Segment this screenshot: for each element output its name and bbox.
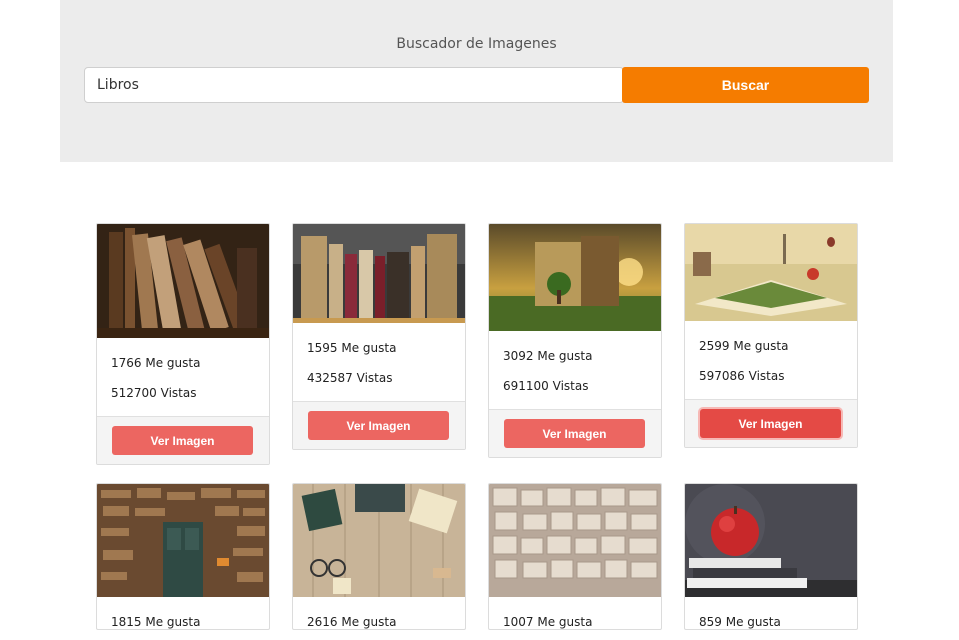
search-panel: Buscador de Imagenes Buscar (60, 0, 893, 162)
views-count: 597086 Vistas (699, 369, 785, 383)
book-wall-door-image (97, 484, 269, 597)
view-image-button[interactable]: Ver Imagen (112, 426, 253, 455)
book-landscape-image (489, 224, 661, 331)
card-footer: Ver Imagen (293, 401, 465, 449)
image-card: 1595 Me gusta 432587 Vistas Ver Imagen (292, 223, 466, 450)
card-footer: Ver Imagen (97, 416, 269, 464)
pages-wall-image (489, 484, 661, 597)
book-spines-image (293, 224, 465, 323)
views-count: 512700 Vistas (111, 386, 197, 400)
image-card: 2616 Me gusta (292, 483, 466, 630)
search-title: Buscador de Imagenes (396, 36, 557, 52)
card-image[interactable] (97, 484, 269, 597)
image-card: 2599 Me gusta 597086 Vistas Ver Imagen (684, 223, 858, 448)
card-image[interactable] (293, 224, 465, 323)
search-input[interactable] (84, 67, 624, 103)
old-books-image (97, 224, 269, 338)
card-image[interactable] (685, 484, 857, 597)
card-image[interactable] (489, 224, 661, 331)
image-card: 859 Me gusta (684, 483, 858, 630)
image-card: 1766 Me gusta 512700 Vistas Ver Imagen (96, 223, 270, 465)
views-count: 432587 Vistas (307, 371, 393, 385)
view-image-button[interactable]: Ver Imagen (504, 419, 645, 448)
card-footer: Ver Imagen (489, 409, 661, 457)
apple-on-books-image (685, 484, 857, 597)
views-count: 691100 Vistas (503, 379, 589, 393)
typewriter-desk-image (293, 484, 465, 597)
card-image[interactable] (685, 224, 857, 321)
card-image[interactable] (293, 484, 465, 597)
likes-count: 1766 Me gusta (111, 356, 201, 370)
likes-count: 2599 Me gusta (699, 339, 789, 353)
view-image-button[interactable]: Ver Imagen (308, 411, 449, 440)
search-button[interactable]: Buscar (622, 67, 869, 103)
likes-count: 1595 Me gusta (307, 341, 397, 355)
view-image-button[interactable]: Ver Imagen (700, 409, 841, 438)
image-card: 1815 Me gusta (96, 483, 270, 630)
likes-count: 1007 Me gusta (503, 615, 593, 629)
card-image[interactable] (97, 224, 269, 338)
image-card: 1007 Me gusta (488, 483, 662, 630)
likes-count: 859 Me gusta (699, 615, 781, 629)
likes-count: 1815 Me gusta (111, 615, 201, 629)
open-book-fantasy-image (685, 224, 857, 321)
card-image[interactable] (489, 484, 661, 597)
image-card: 3092 Me gusta 691100 Vistas Ver Imagen (488, 223, 662, 458)
card-footer: Ver Imagen (685, 399, 857, 447)
likes-count: 2616 Me gusta (307, 615, 397, 629)
likes-count: 3092 Me gusta (503, 349, 593, 363)
